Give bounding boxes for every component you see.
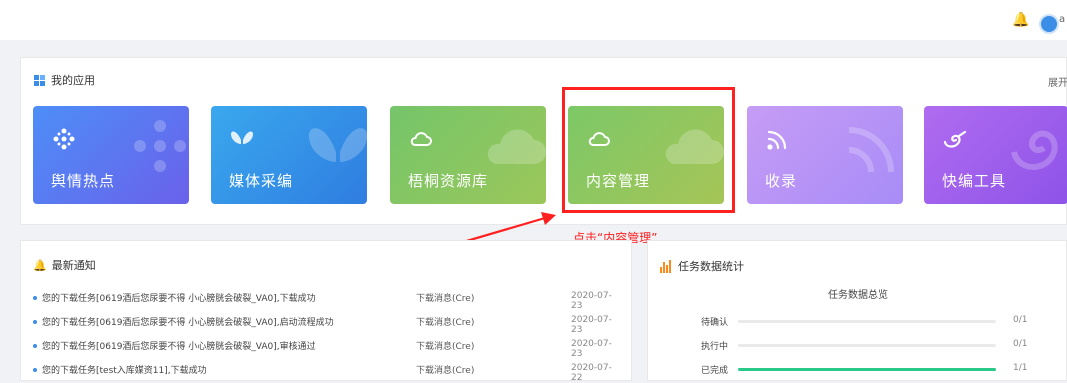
stat-row: 待确认 0/1 bbox=[668, 315, 1048, 329]
notice-date: 2020-07-23 bbox=[571, 291, 612, 311]
bullet-icon bbox=[33, 296, 37, 300]
my-apps-panel: 我的应用 展开 舆情热点 媒体采编 梧桐资源库 内容管理 收录 快编工具 bbox=[20, 57, 1067, 225]
notices-title: 最新通知 bbox=[51, 259, 96, 272]
user-name[interactable]: a bbox=[1059, 14, 1065, 25]
cloud-icon bbox=[410, 132, 432, 146]
bar-chart-icon bbox=[660, 259, 672, 273]
app-tile-ingest[interactable]: 收录 bbox=[747, 106, 903, 204]
progress-fill bbox=[738, 368, 996, 371]
network-icon bbox=[53, 128, 75, 150]
notice-date: 2020-07-22 bbox=[571, 363, 612, 383]
notice-source: 下载消息(Cre) bbox=[416, 366, 475, 376]
list-item[interactable]: 您的下载任务[0619酒后您尿要不得 小心膀胱会破裂_VA0],审核通过 下载消… bbox=[33, 339, 623, 359]
notice-source: 下载消息(Cre) bbox=[416, 342, 475, 352]
app-tile-quick-edit[interactable]: 快编工具 bbox=[924, 106, 1067, 204]
avatar[interactable] bbox=[1039, 14, 1059, 34]
app-tile-label: 快编工具 bbox=[942, 172, 1007, 190]
list-item[interactable]: 您的下载任务[0619酒后您尿要不得 小心膀胱会破裂_VA0],下载成功 下载消… bbox=[33, 291, 623, 311]
stat-count: 0/1 bbox=[1013, 339, 1028, 349]
bullet-icon bbox=[33, 368, 37, 372]
network-bg-icon bbox=[134, 120, 186, 172]
bullet-icon bbox=[33, 344, 37, 348]
apps-grid-icon bbox=[34, 74, 45, 86]
swirl-bg-icon bbox=[1011, 130, 1058, 170]
notices-header: 🔔 最新通知 bbox=[33, 257, 96, 273]
progress-track bbox=[738, 320, 996, 323]
stat-label: 已完成 bbox=[700, 366, 728, 376]
signal-icon bbox=[767, 130, 787, 150]
notice-source: 下载消息(Cre) bbox=[416, 294, 475, 304]
stat-label: 待确认 bbox=[700, 318, 728, 328]
signal-bg-icon bbox=[848, 127, 894, 173]
list-item[interactable]: 您的下载任务[test入库媒资11],下载成功 下载消息(Cre) 2020-0… bbox=[33, 363, 623, 383]
notice-message: 您的下载任务[0619酒后您尿要不得 小心膀胱会破裂_VA0],启动流程成功 bbox=[42, 318, 334, 328]
app-tile-label: 媒体采编 bbox=[229, 172, 294, 190]
stat-row: 执行中 0/1 bbox=[668, 339, 1048, 353]
stat-row: 已完成 1/1 bbox=[668, 363, 1048, 377]
notice-message: 您的下载任务[0619酒后您尿要不得 小心膀胱会破裂_VA0],下载成功 bbox=[42, 294, 316, 304]
task-stats-header: 任务数据统计 bbox=[660, 258, 744, 274]
butterfly-bg-icon bbox=[308, 128, 367, 162]
progress-track bbox=[738, 368, 996, 371]
app-tile-resource-library[interactable]: 梧桐资源库 bbox=[390, 106, 546, 204]
app-tile-media-editing[interactable]: 媒体采编 bbox=[211, 106, 367, 204]
app-tile-label: 收录 bbox=[765, 172, 798, 190]
app-tile-public-opinion[interactable]: 舆情热点 bbox=[33, 106, 189, 204]
my-apps-header: 我的应用 bbox=[34, 72, 95, 88]
notice-date: 2020-07-23 bbox=[571, 315, 612, 335]
progress-track bbox=[738, 344, 996, 347]
task-stats-title: 任务数据统计 bbox=[678, 260, 744, 273]
bullet-icon bbox=[33, 320, 37, 324]
expand-link[interactable]: 展开 bbox=[1048, 74, 1067, 89]
bell-outline-icon: 🔔 bbox=[33, 258, 47, 272]
notice-message: 您的下载任务[test入库媒资11],下载成功 bbox=[42, 366, 207, 376]
notice-date: 2020-07-23 bbox=[571, 339, 612, 359]
stat-count: 1/1 bbox=[1013, 363, 1028, 373]
stat-count: 0/1 bbox=[1013, 315, 1028, 325]
butterfly-icon bbox=[231, 131, 253, 144]
list-item[interactable]: 您的下载任务[0619酒后您尿要不得 小心膀胱会破裂_VA0],启动流程成功 下… bbox=[33, 315, 623, 335]
my-apps-title: 我的应用 bbox=[51, 74, 95, 87]
top-bar: 🔔 a bbox=[0, 0, 1067, 40]
swirl-icon bbox=[943, 130, 967, 148]
task-stats-subtitle: 任务数据总览 bbox=[828, 290, 888, 301]
bell-icon[interactable]: 🔔 bbox=[1012, 12, 1029, 28]
notice-source: 下载消息(Cre) bbox=[416, 318, 475, 328]
notice-message: 您的下载任务[0619酒后您尿要不得 小心膀胱会破裂_VA0],审核通过 bbox=[42, 342, 316, 352]
task-stats-panel: 任务数据统计 任务数据总览 待确认 0/1 执行中 0/1 已完成 1/1 bbox=[647, 240, 1067, 381]
app-tile-label: 舆情热点 bbox=[51, 172, 116, 190]
cloud-bg-icon bbox=[487, 129, 546, 164]
app-tile-label: 梧桐资源库 bbox=[408, 172, 489, 190]
notices-panel: 🔔 最新通知 您的下载任务[0619酒后您尿要不得 小心膀胱会破裂_VA0],下… bbox=[20, 240, 632, 383]
stat-label: 执行中 bbox=[700, 342, 728, 352]
highlight-box bbox=[562, 87, 735, 213]
